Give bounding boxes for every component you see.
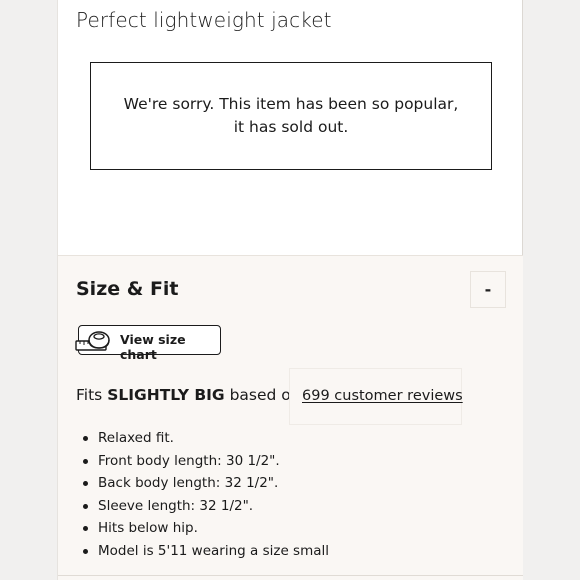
measuring-tape-icon bbox=[75, 331, 110, 351]
size-fit-section: Size & Fit - View size chart Fits SLIGHT… bbox=[58, 255, 523, 580]
list-item: Model is 5'11 wearing a size small bbox=[80, 540, 329, 563]
fit-details-list: Relaxed fit. Front body length: 30 1/2".… bbox=[80, 427, 329, 562]
fit-prefix: Fits bbox=[76, 386, 103, 404]
fit-value: SLIGHTLY BIG bbox=[107, 386, 225, 404]
product-panel: Perfect lightweight jacket We're sorry. … bbox=[57, 0, 523, 580]
view-size-chart-label: View size chart bbox=[120, 332, 186, 362]
list-item: Front body length: 30 1/2". bbox=[80, 450, 329, 473]
reviews-link-container: 699 customer reviews bbox=[289, 368, 463, 425]
divider bbox=[58, 575, 523, 576]
fit-summary: Fits SLIGHTLY BIG based on bbox=[76, 386, 301, 404]
collapse-button[interactable]: - bbox=[470, 271, 506, 308]
list-item: Back body length: 32 1/2". bbox=[80, 472, 329, 495]
list-item: Sleeve length: 32 1/2". bbox=[80, 495, 329, 518]
view-size-chart-button[interactable]: View size chart bbox=[75, 325, 221, 362]
list-item: Relaxed fit. bbox=[80, 427, 329, 450]
product-title: Perfect lightweight jacket bbox=[76, 8, 332, 32]
size-fit-heading: Size & Fit bbox=[76, 278, 179, 300]
sold-out-message: We're sorry. This item has been so popul… bbox=[123, 95, 459, 136]
list-item: Hits below hip. bbox=[80, 517, 329, 540]
sold-out-notice: We're sorry. This item has been so popul… bbox=[90, 62, 492, 170]
customer-reviews-link[interactable]: 699 customer reviews bbox=[302, 388, 463, 404]
minus-icon: - bbox=[484, 280, 492, 299]
